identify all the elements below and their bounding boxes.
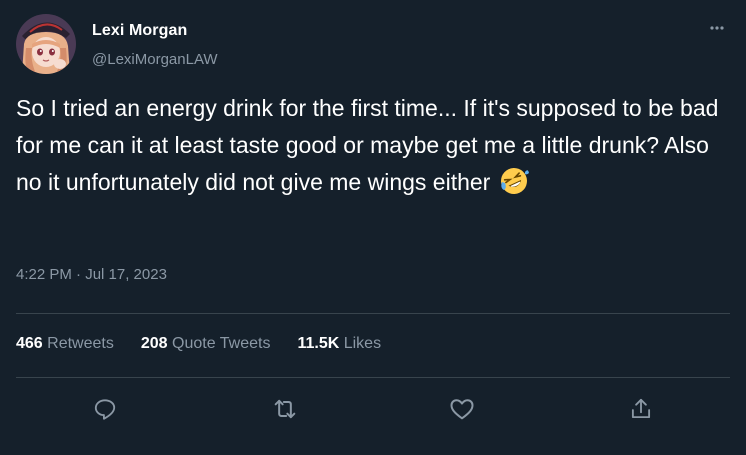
retweets-count: 466 xyxy=(16,335,43,352)
likes-stat[interactable]: 11.5K Likes xyxy=(297,335,381,353)
tweet-card: Lexi Morgan @LexiMorganLAW So I tried an… xyxy=(0,0,746,455)
divider xyxy=(16,313,730,314)
engagement-stats: 466 Retweets 208 Quote Tweets 11.5K Likes xyxy=(16,335,408,353)
display-name[interactable]: Lexi Morgan xyxy=(92,22,187,40)
tweet-text-body: So I tried an energy drink for the first… xyxy=(16,95,719,195)
retweets-stat[interactable]: 466 Retweets xyxy=(16,335,114,353)
heart-icon[interactable] xyxy=(447,394,477,424)
share-icon[interactable] xyxy=(626,394,656,424)
retweets-label: Retweets xyxy=(47,335,114,352)
user-handle[interactable]: @LexiMorganLAW xyxy=(92,51,218,68)
tweet-text: So I tried an energy drink for the first… xyxy=(16,90,736,201)
more-horizontal-icon[interactable] xyxy=(700,16,734,40)
quote-tweets-stat[interactable]: 208 Quote Tweets xyxy=(141,335,271,353)
rolling-on-floor-laughing-icon xyxy=(499,166,529,196)
quote-tweets-count: 208 xyxy=(140,335,168,352)
retweet-icon[interactable] xyxy=(270,394,300,424)
tweet-timestamp[interactable]: 4:22 PM · Jul 17, 2023 xyxy=(16,266,167,283)
reply-icon[interactable] xyxy=(90,394,120,424)
likes-count: 11.5K xyxy=(297,335,340,352)
quote-tweets-label: Quote Tweets xyxy=(172,335,271,352)
divider xyxy=(16,377,730,378)
likes-label: Likes xyxy=(343,335,382,352)
avatar[interactable] xyxy=(16,14,76,74)
